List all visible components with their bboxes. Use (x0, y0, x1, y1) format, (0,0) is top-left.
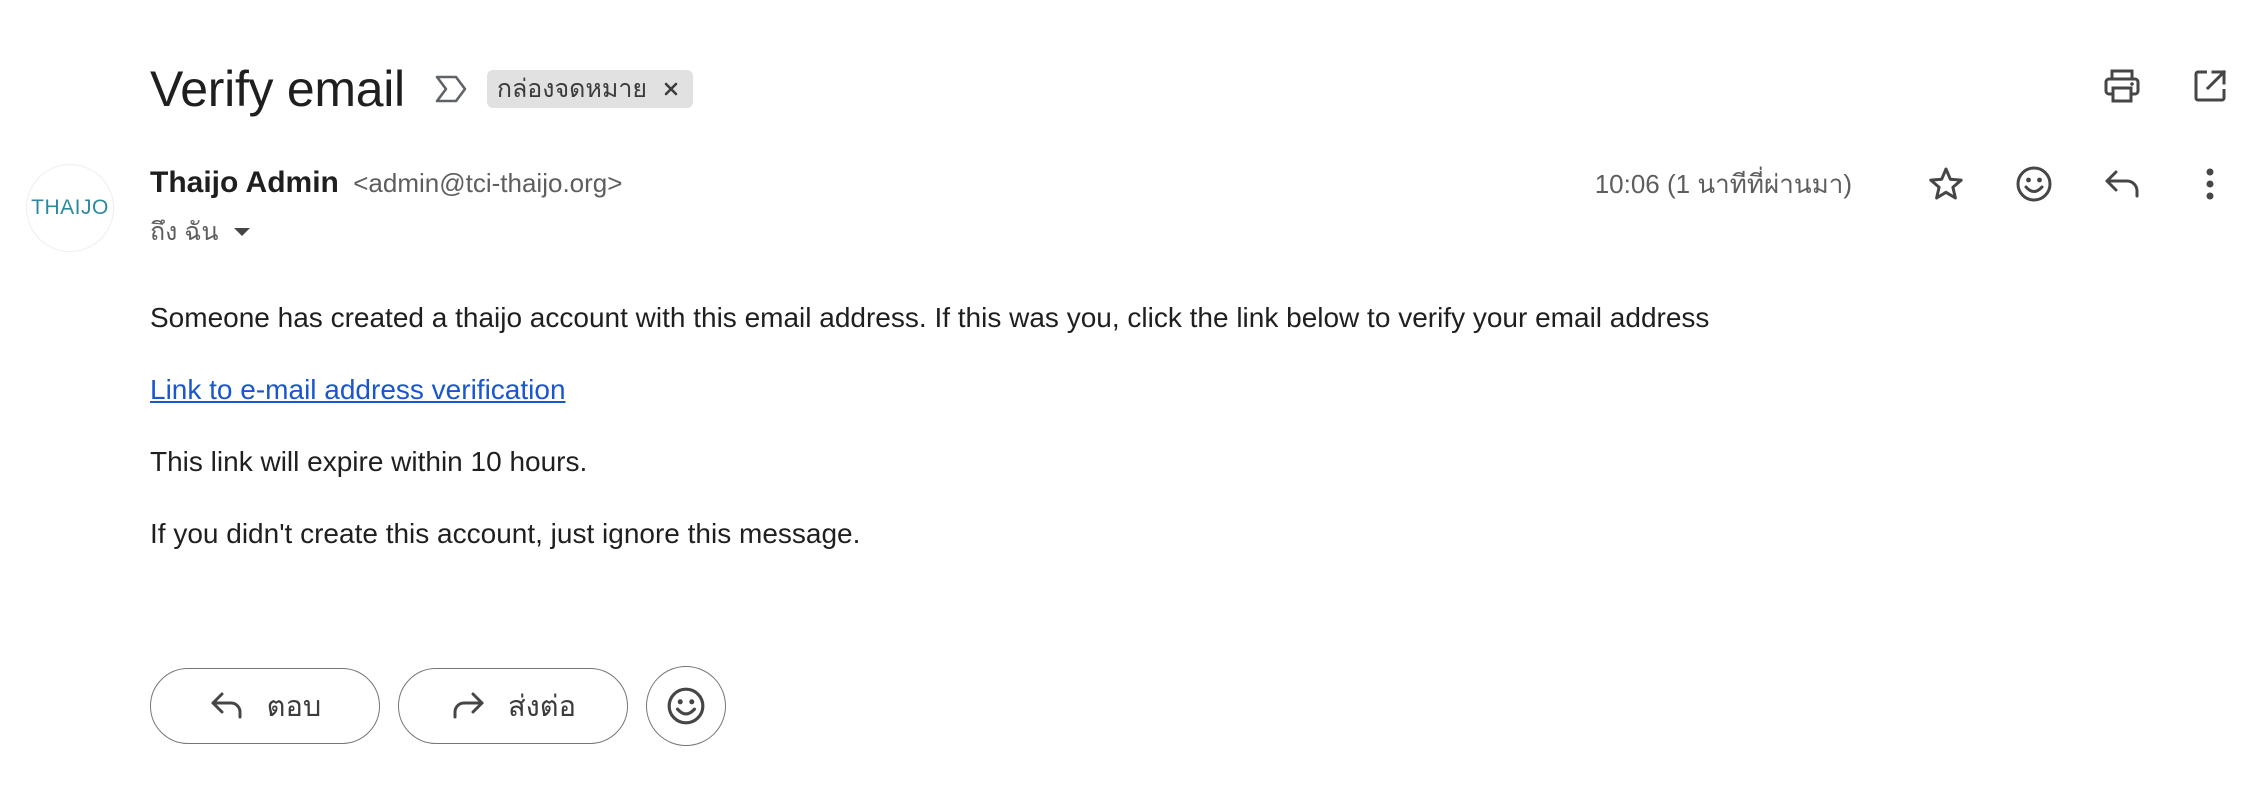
subject-row: Verify email กล่องจดหมาย (150, 54, 694, 124)
open-in-new-icon[interactable] (2186, 62, 2234, 110)
emoji-icon[interactable] (2010, 160, 2058, 208)
email-subject: Verify email (150, 61, 405, 117)
verification-link[interactable]: Link to e-mail address verification (150, 374, 566, 405)
forward-button[interactable]: ส่งต่อ (398, 668, 628, 744)
top-actions (2098, 62, 2234, 110)
more-vert-icon[interactable] (2186, 160, 2234, 208)
star-icon[interactable] (1922, 160, 1970, 208)
forward-button-label: ส่งต่อ (507, 691, 577, 723)
chevron-down-icon[interactable] (230, 220, 254, 244)
bottom-actions: ตอบ ส่งต่อ (150, 666, 726, 746)
sender-name[interactable]: Thaijo Admin (150, 166, 339, 199)
verification-link-line: Link to e-mail address verification (150, 374, 566, 406)
forward-icon (450, 688, 486, 724)
print-icon[interactable] (2098, 62, 2146, 110)
sender-email: <admin@tci-thaijo.org> (353, 168, 623, 198)
avatar[interactable]: THAIJO (26, 164, 114, 252)
label-chip-text: กล่องจดหมาย (496, 75, 648, 103)
reply-icon[interactable] (2098, 160, 2146, 208)
timestamp: 10:06 (1 นาทีที่ผ่านมา) (1594, 168, 1852, 199)
reply-button-label: ตอบ (266, 691, 322, 723)
body-paragraph: Someone has created a thaijo account wit… (150, 302, 1710, 333)
message-meta: 10:06 (1 นาทีที่ผ่านมา) (1595, 160, 2234, 208)
reply-button[interactable]: ตอบ (150, 668, 380, 744)
emoji-icon (666, 686, 706, 726)
label-chip-inbox[interactable]: กล่องจดหมาย (486, 70, 694, 108)
emoji-reaction-button[interactable] (646, 666, 726, 746)
recipient-text: ถึง ฉัน (150, 218, 219, 246)
body-paragraph: This link will expire within 10 hours. (150, 446, 588, 477)
close-icon[interactable] (661, 79, 681, 99)
sender-line: Thaijo Admin <admin@tci-thaijo.org> (150, 166, 622, 200)
body-paragraph: If you didn't create this account, just … (150, 518, 861, 549)
avatar-logo-text: THAIJO (31, 196, 109, 219)
recipient-line: ถึง ฉัน (150, 212, 254, 252)
reply-icon (209, 688, 245, 724)
importance-marker-icon[interactable] (433, 71, 469, 107)
